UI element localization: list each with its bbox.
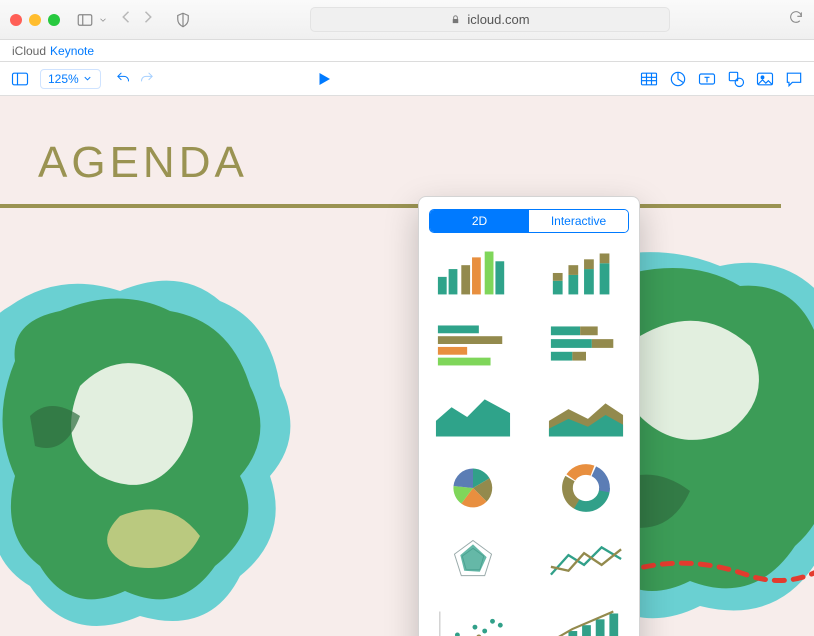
- insert-chart-button[interactable]: [668, 69, 688, 89]
- address-bar[interactable]: icloud.com: [202, 7, 778, 32]
- privacy-shield-icon[interactable]: [174, 11, 192, 29]
- chart-type-grid: [429, 245, 629, 636]
- chart-type-hbar-stacked[interactable]: [542, 317, 629, 371]
- chart-type-hbar-grouped[interactable]: [429, 317, 516, 371]
- keynote-toolbar: 125%: [0, 62, 814, 96]
- back-button[interactable]: [118, 8, 136, 31]
- insert-comment-button[interactable]: [784, 69, 804, 89]
- insert-shape-button[interactable]: [726, 69, 746, 89]
- insert-image-button[interactable]: [755, 69, 775, 89]
- play-button[interactable]: [315, 70, 333, 88]
- close-window-button[interactable]: [10, 14, 22, 26]
- insert-text-button[interactable]: [697, 69, 717, 89]
- zoom-value: 125%: [48, 72, 79, 86]
- breadcrumb: iCloud Keynote Iceland: [0, 40, 814, 62]
- slide-canvas[interactable]: AGENDA 2D Interactive: [0, 96, 814, 636]
- lock-icon: [450, 14, 461, 25]
- chart-type-bar-stacked[interactable]: [542, 245, 629, 299]
- forward-button[interactable]: [138, 8, 156, 31]
- chart-type-bar-grouped[interactable]: [429, 245, 516, 299]
- heading-underline: [0, 204, 781, 208]
- chevron-down-icon: [82, 73, 93, 84]
- breadcrumb-app[interactable]: Keynote: [50, 44, 94, 58]
- chart-type-line-multi[interactable]: [542, 533, 629, 587]
- chart-type-pie[interactable]: [429, 461, 516, 515]
- undo-button[interactable]: [115, 70, 132, 87]
- window-controls: [10, 14, 60, 26]
- chart-type-radar[interactable]: [429, 533, 516, 587]
- chart-type-donut[interactable]: [542, 461, 629, 515]
- slide-heading: AGENDA: [38, 138, 248, 188]
- segment-interactive[interactable]: Interactive: [529, 210, 628, 232]
- zoom-select[interactable]: 125%: [40, 69, 101, 89]
- reload-button[interactable]: [788, 9, 804, 30]
- nav-arrows: [118, 8, 156, 31]
- insert-table-button[interactable]: [639, 69, 659, 89]
- safari-toolbar: icloud.com: [0, 0, 814, 40]
- chart-type-scatter[interactable]: [429, 605, 516, 636]
- breadcrumb-root[interactable]: iCloud: [12, 44, 46, 58]
- map-left-island: [0, 266, 310, 636]
- segment-2d[interactable]: 2D: [430, 210, 529, 232]
- view-toggle-button[interactable]: [10, 69, 30, 89]
- minimize-window-button[interactable]: [29, 14, 41, 26]
- chart-dimension-segment: 2D Interactive: [429, 209, 629, 233]
- chart-type-bar-trend[interactable]: [542, 605, 629, 636]
- chart-picker-popover: 2D Interactive: [418, 196, 640, 636]
- zoom-window-button[interactable]: [48, 14, 60, 26]
- redo-button[interactable]: [138, 70, 155, 87]
- chart-type-area[interactable]: [429, 389, 516, 443]
- sidebar-toggle[interactable]: [76, 11, 108, 29]
- chart-type-area-stacked[interactable]: [542, 389, 629, 443]
- url-text: icloud.com: [467, 12, 529, 27]
